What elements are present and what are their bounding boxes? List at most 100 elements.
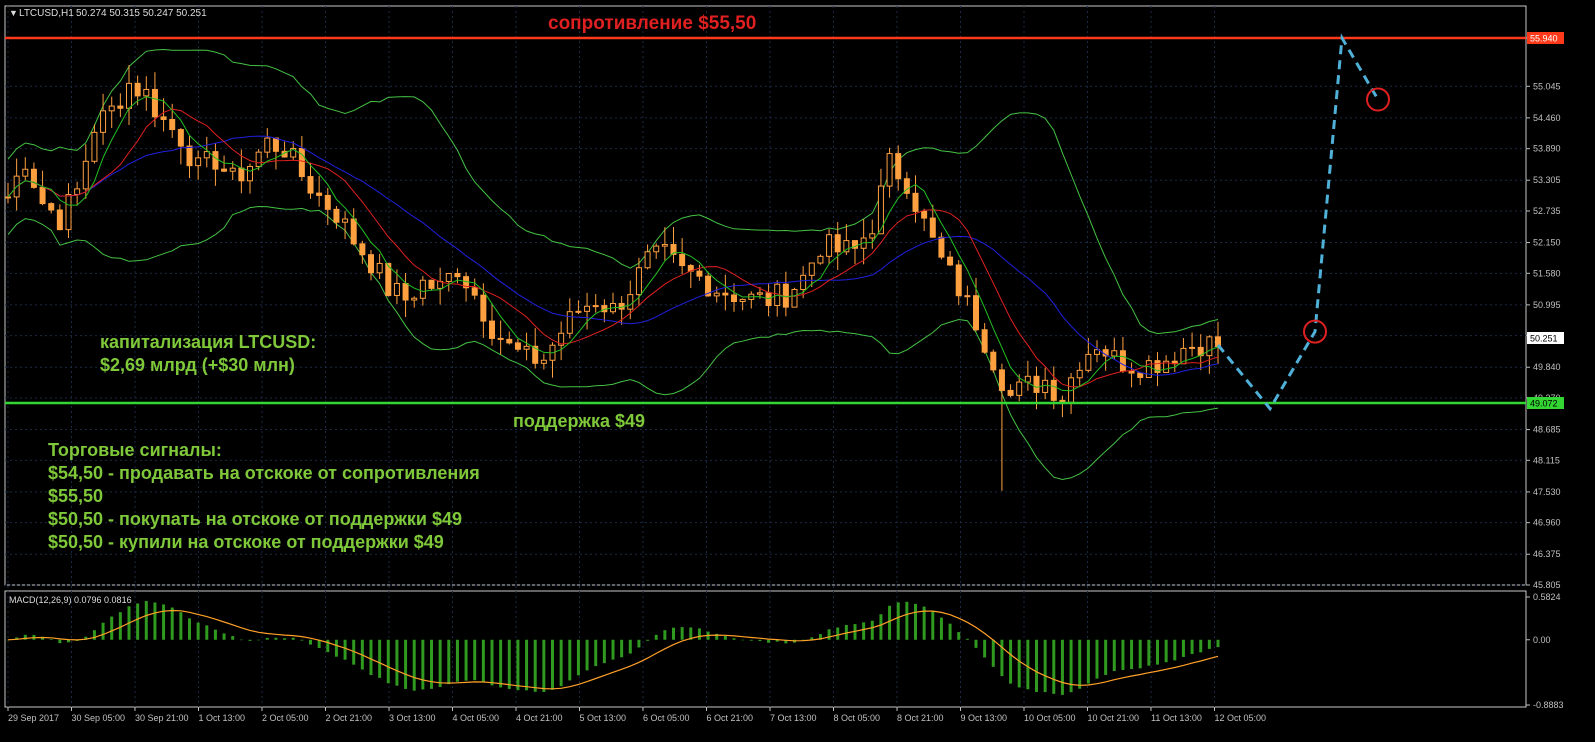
macd-bar: [473, 639, 477, 681]
macd-bar: [672, 627, 675, 640]
macd-bar: [49, 639, 53, 640]
x-tick-label: 4 Oct 05:00: [453, 713, 500, 723]
chart-window[interactable]: 55.045 54.460 53.890 53.305 52.735 52.150 51.5…: [0, 0, 1595, 742]
macd-bar: [231, 636, 235, 640]
candle-body: [445, 273, 452, 282]
candle-body: [376, 262, 383, 274]
macd-bar: [205, 625, 209, 640]
macd-bar: [118, 612, 122, 640]
support-label: поддержка $49: [513, 411, 645, 431]
macd-bar: [179, 612, 183, 640]
macd-bar: [153, 602, 157, 640]
macd-bar: [58, 639, 62, 644]
candle-body: [229, 167, 236, 172]
macd-bar: [611, 639, 615, 660]
macd-bar: [1035, 639, 1038, 692]
x-tick-label: 5 Oct 13:00: [580, 713, 627, 723]
candle-body: [82, 160, 89, 190]
macd-bar: [188, 618, 191, 640]
candle-body: [247, 165, 253, 182]
candle-body: [653, 245, 660, 253]
x-tick-label: 30 Sep 05:00: [72, 713, 126, 723]
macd-bar: [948, 623, 952, 640]
macd-bar: [395, 639, 399, 686]
macd-bar: [144, 600, 148, 640]
macd-bar: [931, 611, 935, 640]
macd-bar: [896, 602, 900, 640]
candle-body: [30, 168, 37, 188]
macd-bar: [559, 639, 563, 687]
macd-bar: [1138, 639, 1142, 669]
macd-bar: [749, 639, 753, 641]
y-tick-label: 49.840: [1533, 362, 1561, 372]
macd-bar: [213, 629, 217, 640]
candle-body: [402, 282, 409, 301]
macd-bar: [1086, 639, 1090, 684]
macd-bar: [585, 639, 589, 671]
x-tick-label: 1 Oct 13:00: [199, 713, 246, 723]
macd-bar: [1000, 639, 1004, 677]
macd-bar: [974, 639, 978, 648]
capitalization-value: $2,69 млрд (+$30 млн): [100, 355, 295, 375]
candle-body: [1033, 375, 1040, 393]
candle-body: [514, 342, 521, 350]
candle-body: [661, 244, 668, 247]
signal-1: $54,50 - продавать на отскоке от сопроти…: [48, 463, 480, 483]
candle-body: [834, 234, 841, 253]
macd-bar: [914, 603, 917, 640]
signal-3: $50,50 - покупать на отскоке от поддержк…: [48, 509, 462, 529]
candle-body: [134, 82, 141, 97]
candle-body: [1145, 360, 1152, 378]
macd-bar: [283, 638, 287, 640]
macd-bar: [525, 639, 529, 691]
macd-bar: [697, 628, 701, 640]
candle-body: [5, 196, 11, 199]
x-tick-label: 8 Oct 05:00: [834, 713, 881, 723]
macd-bar: [1043, 639, 1047, 693]
macd-tick-label: -0.8883: [1533, 700, 1564, 710]
candle-body: [100, 110, 107, 133]
macd-bar: [628, 639, 632, 654]
macd-bar: [1156, 639, 1159, 665]
x-tick-label: 7 Oct 13:00: [770, 713, 817, 723]
macd-bar: [421, 639, 425, 690]
macd-bar: [239, 639, 243, 641]
x-tick-label: 8 Oct 21:00: [897, 713, 944, 723]
macd-bar: [637, 639, 641, 648]
candle-body: [921, 210, 928, 219]
x-tick-label: 29 Sep 2017: [8, 713, 59, 723]
x-tick-label: 10 Oct 05:00: [1024, 713, 1076, 723]
candle-body: [912, 192, 919, 212]
candle-body: [981, 329, 988, 353]
macd-bar: [334, 639, 338, 657]
macd-bar: [1104, 639, 1108, 675]
candle-body: [722, 292, 729, 296]
chevron-down-icon[interactable]: ▼: [9, 8, 18, 18]
candle-body: [998, 369, 1005, 391]
macd-bar: [939, 617, 943, 640]
macd-bar: [594, 639, 598, 667]
candle-body: [91, 131, 98, 162]
macd-bar: [196, 622, 200, 640]
macd-bar: [1216, 639, 1220, 648]
candle-body: [255, 151, 262, 167]
candle-body: [359, 243, 366, 256]
candle-body: [1189, 346, 1196, 349]
candle-body: [973, 295, 979, 331]
candle-body: [627, 294, 634, 310]
candle-body: [731, 294, 737, 303]
macd-bar: [1112, 639, 1116, 672]
macd-bar: [1207, 639, 1211, 649]
candle-body: [1206, 336, 1213, 357]
macd-bar: [991, 639, 995, 667]
macd-bar: [767, 639, 771, 643]
candle-body: [489, 320, 495, 339]
macd-bar: [1009, 639, 1013, 684]
candle-body: [1137, 372, 1144, 378]
macd-bar: [369, 639, 373, 675]
resistance-price-tag: 55.940: [1527, 32, 1564, 44]
macd-bar: [1130, 639, 1134, 669]
candle-body: [575, 310, 582, 313]
candle-body: [324, 194, 331, 210]
candle-body: [143, 88, 150, 97]
